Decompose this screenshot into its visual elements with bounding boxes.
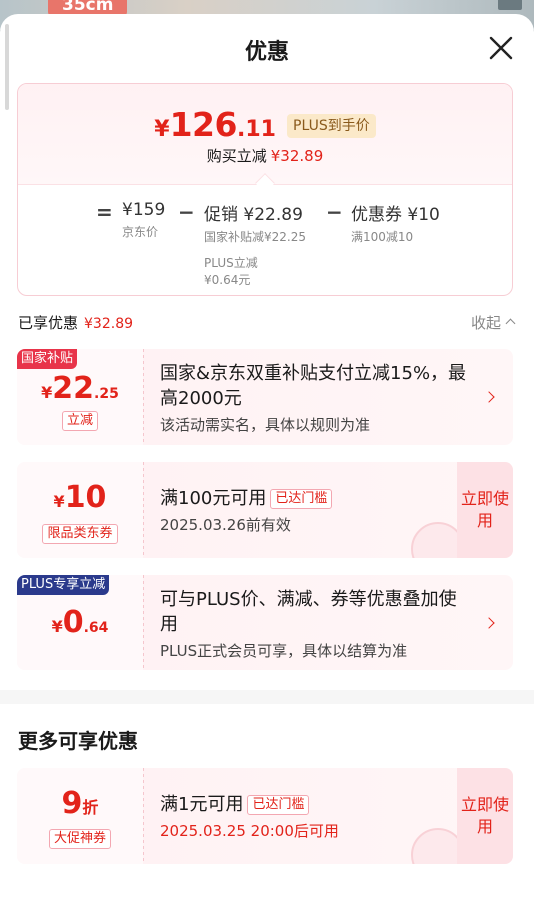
plus-title: 可与PLUS价、满减、券等优惠叠加使用 [160,589,457,635]
subsidy-int: 22 [52,371,95,406]
chevron-right-icon[interactable] [483,617,495,629]
price-decimal: .11 [236,117,276,142]
coupon-value: 优惠券 ¥10 [351,205,440,225]
subsidy-type-label: 立减 [61,411,98,431]
discount-value: 9 [61,786,83,821]
jd-price-item: ¥159 京东价 [122,200,165,240]
threshold-badge: 已达门槛 [247,795,310,815]
collapse-label: 收起 [470,314,501,332]
enjoyed-amount: ¥32.89 [84,316,134,332]
chevron-up-icon [505,318,516,329]
plus-amount: ¥0.64 [17,605,143,640]
discount-type-label: 大促神券 [48,829,111,849]
coupon-rule: 满100减10 [351,230,414,244]
discount-sheet: 优惠 ¥126.11 PLUS到手价 购买立减 ¥32.89 = ¥159 京东价… [0,14,534,907]
plus-price-tag: PLUS到手价 [287,114,376,138]
discount-unit: 折 [82,798,99,817]
coupon-type: 限品类东券 [17,522,143,544]
coupon-type-label: 限品类东券 [42,524,118,544]
promo-plus-amount: ¥0.64元 [204,273,251,287]
use-now-button[interactable]: 立即使用 [457,462,513,558]
card-perforation [143,462,144,558]
plus-dec: .64 [83,620,109,636]
discount-type: 大促神券 [17,827,143,849]
section-gap [0,690,534,704]
subsidy-dec: .25 [94,386,119,402]
equals-sign: = [96,200,113,224]
saving-amount: ¥32.89 [270,147,324,165]
close-icon[interactable] [488,35,514,61]
coupon-info: 满100元可用 已达门槛 2025.03.26前有效 [160,486,453,535]
subsidy-info: 国家&京东双重补贴支付立减15%，最高2000元 该活动需实名，具体以规则为准 [160,361,473,435]
subsidy-desc: 该活动需实名，具体以规则为准 [160,416,371,434]
plus-exclusive-tag: PLUS专享立减 [17,575,110,595]
card-perforation [143,575,144,670]
price-integer: 126 [169,105,238,144]
promo-subsidy: 国家补贴减¥22.25 [204,230,306,244]
background-close-button[interactable] [498,0,522,10]
coupon-int: 10 [64,480,107,515]
subsidy-type: 立减 [17,409,143,431]
discount-title: 满1元可用 已达门槛 [160,792,453,817]
more-offers-title: 更多可享优惠 [18,729,138,753]
purchase-saving: 购买立减 ¥32.89 [18,145,512,166]
coupon-validity: 2025.03.26前有效 [160,516,291,534]
minus-sign-2: − [326,200,343,224]
plus-info: 可与PLUS价、满减、券等优惠叠加使用 PLUS正式会员可享，具体以结算为准 [160,587,473,661]
promo-plus-label: PLUS立减 [204,256,258,270]
use-now-button[interactable]: 立即使用 [457,768,513,864]
plus-discount-card[interactable]: PLUS专享立减 ¥0.64 可与PLUS价、满减、券等优惠叠加使用 PLUS正… [17,575,513,670]
discount-amount: 9折 [17,786,143,821]
discount-coupon-card: 9折 大促神券 满1元可用 已达门槛 2025.03.25 20:00后可用 立即… [17,768,513,864]
coupon-amount: ¥10 [17,480,143,515]
collapse-button[interactable]: 收起 [470,312,516,333]
national-subsidy-card[interactable]: 国家补贴 ¥22.25 立减 国家&京东双重补贴支付立减15%，最高2000元 … [17,349,513,445]
promo-plus: PLUS立减 ¥0.64元 [204,255,306,289]
discount-info: 满1元可用 已达门槛 2025.03.25 20:00后可用 [160,792,453,841]
final-price: ¥126.11 PLUS到手价 [18,105,512,144]
plus-currency: ¥ [51,617,63,636]
coupon-currency: ¥ [53,492,65,511]
national-subsidy-tag: 国家补贴 [17,349,78,369]
coupon-title-text: 满100元可用 [160,488,267,509]
subsidy-title: 国家&京东双重补贴支付立减15%，最高2000元 [160,363,467,409]
subsidy-amount: ¥22.25 [17,371,143,406]
discount-validity: 2025.03.25 20:00后可用 [160,822,339,840]
coupon-card: ¥10 限品类东券 满100元可用 已达门槛 2025.03.26前有效 立即使用 [17,462,513,558]
subsidy-currency: ¥ [41,383,53,402]
saving-label: 购买立减 [206,147,267,165]
promo-item: 促销 ¥22.89 国家补贴减¥22.25 PLUS立减 ¥0.64元 [204,200,306,289]
jd-price-label: 京东价 [122,225,159,239]
threshold-badge: 已达门槛 [270,489,333,509]
card-perforation [143,768,144,864]
enjoyed-discount: 已享优惠 ¥32.89 [18,312,133,333]
chevron-right-icon[interactable] [483,391,495,403]
plus-int: 0 [62,605,84,640]
price-summary-card: ¥126.11 PLUS到手价 购买立减 ¥32.89 = ¥159 京东价 − … [17,83,513,296]
coupon-item: 优惠券 ¥10 满100减10 [351,200,440,245]
card-perforation [143,349,144,445]
coupon-title: 满100元可用 已达门槛 [160,486,453,511]
promo-value: 促销 ¥22.89 [204,205,303,225]
sheet-title: 优惠 [244,40,289,65]
discount-title-text: 满1元可用 [160,794,244,815]
price-currency: ¥ [154,117,170,142]
enjoyed-label: 已享优惠 [18,314,79,332]
minus-sign: − [178,200,195,224]
jd-price-value: ¥159 [122,200,166,220]
plus-desc: PLUS正式会员可享，具体以结算为准 [160,642,408,660]
